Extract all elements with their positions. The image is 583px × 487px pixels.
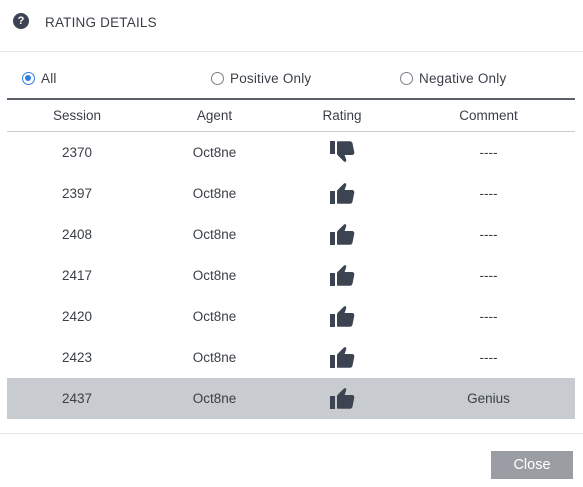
rating-cell — [282, 337, 402, 378]
thumbs-down-icon — [330, 140, 355, 162]
rating-cell — [282, 132, 402, 173]
session-cell: 2417 — [61, 268, 93, 283]
dialog-title: RATING DETAILS — [45, 15, 157, 30]
radio-indicator[interactable] — [211, 71, 224, 85]
filter-positive-label: Positive Only — [230, 70, 312, 86]
filter-all-radio[interactable]: All — [22, 66, 57, 90]
agent-cell: Oct8ne — [192, 350, 237, 365]
footer-divider — [0, 433, 583, 434]
column-header-rating: Rating — [322, 108, 362, 123]
rating-cell — [282, 296, 402, 337]
column-header-session: Session — [52, 108, 102, 123]
question-circle-icon[interactable]: ? — [13, 13, 29, 29]
close-button[interactable]: Close — [491, 451, 573, 479]
table-row[interactable]: 2417 Oct8ne ---- — [7, 255, 575, 296]
comment-cell: Genius — [467, 391, 510, 406]
agent-cell: Oct8ne — [192, 186, 237, 201]
thumbs-up-icon — [330, 347, 355, 368]
agent-cell: Oct8ne — [192, 268, 237, 283]
radio-indicator[interactable] — [400, 71, 413, 85]
radio-indicator[interactable] — [22, 71, 35, 85]
thumbs-up-icon — [330, 183, 355, 204]
thumbs-up-icon — [330, 224, 355, 245]
column-header-comment: Comment — [459, 108, 518, 123]
agent-cell: Oct8ne — [192, 309, 237, 324]
filter-negative-label: Negative Only — [419, 70, 507, 86]
thumbs-up-icon — [330, 388, 355, 409]
agent-cell: Oct8ne — [192, 227, 237, 242]
rating-cell — [282, 173, 402, 214]
comment-cell: ---- — [479, 186, 498, 201]
column-header-agent: Agent — [196, 108, 233, 123]
session-cell: 2437 — [61, 391, 93, 406]
session-cell: 2370 — [61, 145, 93, 160]
table-row[interactable]: 2370 Oct8ne ---- — [7, 132, 575, 173]
agent-cell: Oct8ne — [192, 145, 237, 160]
rating-details-dialog: ? RATING DETAILS All Positive Only Negat… — [0, 0, 583, 487]
filter-negative-radio[interactable]: Negative Only — [400, 66, 506, 90]
filter-positive-radio[interactable]: Positive Only — [211, 66, 311, 90]
agent-cell: Oct8ne — [192, 391, 237, 406]
thumbs-up-icon — [330, 306, 355, 327]
rating-filter-group: All Positive Only Negative Only — [0, 66, 583, 90]
comment-cell: ---- — [479, 145, 498, 160]
table-row[interactable]: 2408 Oct8ne ---- — [7, 214, 575, 255]
rating-cell — [282, 378, 402, 419]
table-body: 2370 Oct8ne ---- 2397 Oct8ne ---- 2408 Oct8ne --… — [7, 132, 575, 419]
ratings-table: Session Agent Rating Comment 2370 Oct8ne -… — [7, 98, 575, 419]
thumbs-up-icon — [330, 265, 355, 286]
comment-cell: ---- — [479, 268, 498, 283]
table-row[interactable]: 2397 Oct8ne ---- — [7, 173, 575, 214]
table-row[interactable]: 2420 Oct8ne ---- — [7, 296, 575, 337]
session-cell: 2408 — [61, 227, 93, 242]
comment-cell: ---- — [479, 350, 498, 365]
comment-cell: ---- — [479, 227, 498, 242]
session-cell: 2397 — [61, 186, 93, 201]
rating-cell — [282, 214, 402, 255]
rating-cell — [282, 255, 402, 296]
comment-cell: ---- — [479, 309, 498, 324]
table-row[interactable]: 2423 Oct8ne ---- — [7, 337, 575, 378]
table-row[interactable]: 2437 Oct8ne Genius — [7, 378, 575, 419]
table-header: Session Agent Rating Comment — [7, 100, 575, 132]
session-cell: 2423 — [61, 350, 93, 365]
filter-all-label: All — [41, 70, 57, 86]
session-cell: 2420 — [61, 309, 93, 324]
dialog-header: ? RATING DETAILS — [0, 0, 583, 52]
